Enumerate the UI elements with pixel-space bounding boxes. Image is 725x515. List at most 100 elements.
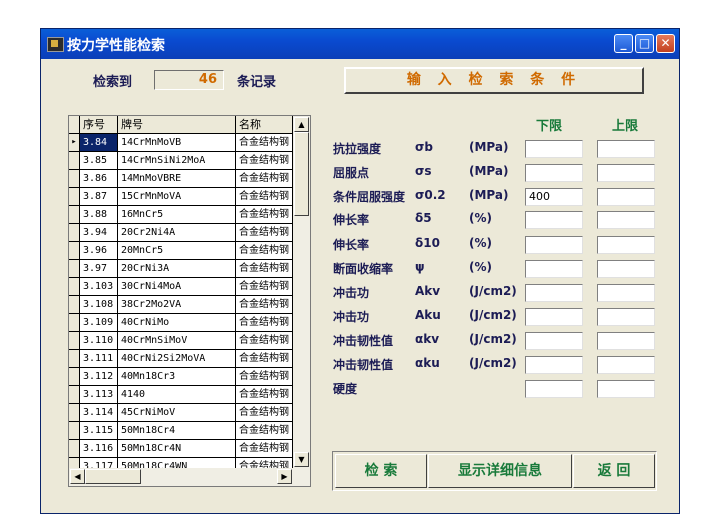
cell-name[interactable]: 合金结构钢 — [236, 278, 293, 296]
row-selector[interactable] — [69, 332, 80, 350]
lower-limit-input[interactable] — [525, 284, 583, 302]
cell-grade[interactable]: 20Cr2Ni4A — [118, 224, 236, 242]
lower-limit-input[interactable] — [525, 140, 583, 158]
scroll-left-icon[interactable]: ◀ — [70, 469, 85, 484]
lower-limit-input[interactable] — [525, 332, 583, 350]
enter-conditions-button[interactable]: 输 入 检 索 条 件 — [344, 67, 644, 94]
cell-grade[interactable]: 40Mn18Cr3 — [118, 368, 236, 386]
row-selector[interactable] — [69, 242, 80, 260]
upper-limit-input[interactable] — [597, 332, 655, 350]
cell-index[interactable]: 3.115 — [80, 422, 118, 440]
lower-limit-input[interactable] — [525, 236, 583, 254]
lower-limit-input[interactable] — [525, 164, 583, 182]
table-row[interactable]: 3.113 4140 合金结构钢 — [69, 386, 293, 404]
table-row[interactable]: 3.110 40CrMnSiMoV 合金结构钢 — [69, 332, 293, 350]
scroll-up-icon[interactable]: ▲ — [294, 117, 309, 132]
row-selector[interactable] — [69, 296, 80, 314]
cell-name[interactable]: 合金结构钢 — [236, 188, 293, 206]
table-row[interactable]: 3.86 14MnMoVBRE 合金结构钢 — [69, 170, 293, 188]
scroll-down-icon[interactable]: ▼ — [294, 452, 309, 467]
vertical-scroll-thumb[interactable] — [294, 132, 309, 216]
lower-limit-input[interactable] — [525, 356, 583, 374]
cell-index[interactable]: 3.85 — [80, 152, 118, 170]
cell-name[interactable]: 合金结构钢 — [236, 440, 293, 458]
horizontal-scroll-thumb[interactable] — [85, 469, 141, 484]
cell-name[interactable]: 合金结构钢 — [236, 224, 293, 242]
cell-grade[interactable]: 50Mn18Cr4 — [118, 422, 236, 440]
cell-index[interactable]: 3.114 — [80, 404, 118, 422]
results-table[interactable]: 序号 牌号 名称 ▸ 3.84 14CrMnMoVB 合金结构钢 3.85 14CrMnS… — [68, 115, 311, 487]
cell-name[interactable]: 合金结构钢 — [236, 170, 293, 188]
row-selector[interactable] — [69, 206, 80, 224]
table-row[interactable]: 3.111 40CrNi2Si2MoVA 合金结构钢 — [69, 350, 293, 368]
upper-limit-input[interactable] — [597, 164, 655, 182]
minimize-button[interactable]: _ — [614, 34, 633, 53]
lower-limit-input[interactable] — [525, 211, 583, 229]
lower-limit-input[interactable] — [525, 308, 583, 326]
row-selector[interactable] — [69, 368, 80, 386]
cell-name[interactable]: 合金结构钢 — [236, 134, 293, 152]
cell-name[interactable]: 合金结构钢 — [236, 152, 293, 170]
table-row[interactable]: 3.96 20MnCr5 合金结构钢 — [69, 242, 293, 260]
cell-grade[interactable]: 40CrMnSiMoV — [118, 332, 236, 350]
table-row[interactable]: 3.114 45CrNiMoV 合金结构钢 — [69, 404, 293, 422]
table-row[interactable]: 3.116 50Mn18Cr4N 合金结构钢 — [69, 440, 293, 458]
table-row[interactable]: 3.108 38Cr2Mo2VA 合金结构钢 — [69, 296, 293, 314]
table-row[interactable]: 3.94 20Cr2Ni4A 合金结构钢 — [69, 224, 293, 242]
row-selector[interactable] — [69, 404, 80, 422]
cell-grade[interactable]: 30CrNi4MoA — [118, 278, 236, 296]
cell-grade[interactable]: 14MnMoVBRE — [118, 170, 236, 188]
row-selector[interactable] — [69, 314, 80, 332]
header-name[interactable]: 名称 — [236, 116, 293, 134]
cell-index[interactable]: 3.86 — [80, 170, 118, 188]
cell-grade[interactable]: 15CrMnMoVA — [118, 188, 236, 206]
cell-name[interactable]: 合金结构钢 — [236, 422, 293, 440]
upper-limit-input[interactable] — [597, 236, 655, 254]
row-selector[interactable] — [69, 422, 80, 440]
cell-name[interactable]: 合金结构钢 — [236, 260, 293, 278]
current-row-indicator-icon[interactable]: ▸ — [69, 134, 80, 152]
cell-name[interactable]: 合金结构钢 — [236, 404, 293, 422]
header-grade[interactable]: 牌号 — [118, 116, 236, 134]
cell-grade[interactable]: 45CrNiMoV — [118, 404, 236, 422]
table-row[interactable]: 3.88 16MnCr5 合金结构钢 — [69, 206, 293, 224]
row-selector[interactable] — [69, 278, 80, 296]
lower-limit-input[interactable]: 400 — [525, 188, 583, 206]
cell-grade[interactable]: 40CrNiMo — [118, 314, 236, 332]
lower-limit-input[interactable] — [525, 380, 583, 398]
table-row[interactable]: 3.85 14CrMnSiNi2MoA 合金结构钢 — [69, 152, 293, 170]
cell-name[interactable]: 合金结构钢 — [236, 368, 293, 386]
cell-index[interactable]: 3.112 — [80, 368, 118, 386]
cell-grade[interactable]: 4140 — [118, 386, 236, 404]
cell-index[interactable]: 3.108 — [80, 296, 118, 314]
cell-grade[interactable]: 20MnCr5 — [118, 242, 236, 260]
cell-name[interactable]: 合金结构钢 — [236, 350, 293, 368]
upper-limit-input[interactable] — [597, 211, 655, 229]
cell-index[interactable]: 3.109 — [80, 314, 118, 332]
close-button[interactable]: ✕ — [656, 34, 675, 53]
horizontal-scrollbar[interactable]: ◀ ▶ — [69, 468, 310, 486]
cell-grade[interactable]: 14CrMnMoVB — [118, 134, 236, 152]
table-row[interactable]: 3.112 40Mn18Cr3 合金结构钢 — [69, 368, 293, 386]
scroll-right-icon[interactable]: ▶ — [277, 469, 292, 484]
cell-name[interactable]: 合金结构钢 — [236, 242, 293, 260]
cell-grade[interactable]: 38Cr2Mo2VA — [118, 296, 236, 314]
cell-index[interactable]: 3.94 — [80, 224, 118, 242]
upper-limit-input[interactable] — [597, 260, 655, 278]
upper-limit-input[interactable] — [597, 188, 655, 206]
cell-name[interactable]: 合金结构钢 — [236, 314, 293, 332]
cell-name[interactable]: 合金结构钢 — [236, 296, 293, 314]
back-button[interactable]: 返 回 — [573, 454, 655, 488]
cell-index[interactable]: 3.97 — [80, 260, 118, 278]
upper-limit-input[interactable] — [597, 380, 655, 398]
cell-name[interactable]: 合金结构钢 — [236, 332, 293, 350]
cell-index[interactable]: 3.111 — [80, 350, 118, 368]
row-selector[interactable] — [69, 170, 80, 188]
cell-grade[interactable]: 20CrNi3A — [118, 260, 236, 278]
cell-index[interactable]: 3.87 — [80, 188, 118, 206]
table-row[interactable]: 3.109 40CrNiMo 合金结构钢 — [69, 314, 293, 332]
table-row[interactable]: ▸ 3.84 14CrMnMoVB 合金结构钢 — [69, 134, 293, 152]
table-row[interactable]: 3.103 30CrNi4MoA 合金结构钢 — [69, 278, 293, 296]
row-selector[interactable] — [69, 188, 80, 206]
cell-index[interactable]: 3.96 — [80, 242, 118, 260]
